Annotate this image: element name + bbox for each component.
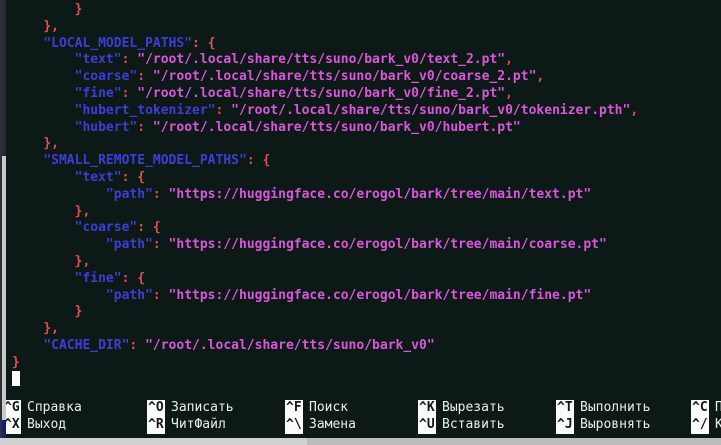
code-line[interactable]: "path": "https://huggingface.co/erogol/b… <box>12 237 721 254</box>
shortcut-item: ^T <box>556 400 574 417</box>
shortcut-item: ^U <box>418 417 436 434</box>
text-cursor <box>12 371 20 386</box>
shortcut-label: Поиск <box>309 400 348 417</box>
shortcut-key: ^O <box>147 400 165 417</box>
code-line[interactable]: "CACHE_DIR": "/root/.local/share/tts/sun… <box>12 338 721 355</box>
shortcut-item: ^F <box>285 400 303 417</box>
shortcut-label: Записать <box>171 400 234 417</box>
code-line[interactable]: } <box>12 2 721 19</box>
shortcut-label: Вставить <box>442 417 505 434</box>
shortcut-key: ^R <box>147 417 165 434</box>
code-line[interactable]: }, <box>12 254 721 271</box>
shortcut-label: К <box>715 417 721 434</box>
shortcut-key: ^/ <box>691 417 709 434</box>
code-line[interactable]: "path": "https://huggingface.co/erogol/b… <box>12 187 721 204</box>
scrollbar-bottom-segment <box>2 420 6 438</box>
terminal-window: } }, "LOCAL_MODEL_PATHS": { "text": "/ro… <box>0 0 721 445</box>
shortcut-label: Вырезать <box>442 400 505 417</box>
shortcut-key: ^C <box>691 400 709 417</box>
cursor-line[interactable] <box>12 372 721 389</box>
code-line[interactable]: "path": "https://huggingface.co/erogol/b… <box>12 288 721 305</box>
shortcut-item: ^J <box>556 417 574 434</box>
code-line[interactable]: }, <box>12 204 721 221</box>
shortcut-item: ^C <box>691 400 709 417</box>
code-line[interactable]: "hubert_tokenizer": "/root/.local/share/… <box>12 103 721 120</box>
shortcut-key: ^K <box>418 400 436 417</box>
code-line[interactable]: } <box>12 304 721 321</box>
shortcut-label: Замена <box>309 417 356 434</box>
code-line[interactable]: "coarse": { <box>12 220 721 237</box>
scrollbar-thumb[interactable] <box>2 156 6 420</box>
nano-shortcut-bar: ^GСправка^OЗаписать^FПоиск^KВырезать^TВы… <box>0 400 721 437</box>
shortcut-item: ^K <box>418 400 436 417</box>
shortcut-item: ^\ <box>285 417 303 434</box>
code-line[interactable]: "LOCAL_MODEL_PATHS": { <box>12 36 721 53</box>
code-line[interactable]: "text": "/root/.local/share/tts/suno/bar… <box>12 52 721 69</box>
shortcut-label: Справка <box>27 400 82 417</box>
code-line[interactable]: }, <box>12 321 721 338</box>
shortcut-key: ^J <box>556 417 574 434</box>
code-line[interactable]: "text": { <box>12 170 721 187</box>
code-line[interactable]: } <box>12 355 721 372</box>
code-line[interactable]: "coarse": "/root/.local/share/tts/suno/b… <box>12 69 721 86</box>
shortcut-label: П <box>715 400 721 417</box>
editor-lines: } }, "LOCAL_MODEL_PATHS": { "text": "/ro… <box>12 2 721 372</box>
shortcut-key: ^\ <box>285 417 303 434</box>
shortcut-label: Выровнять <box>580 417 650 434</box>
shortcut-row-2: ^XВыход^RЧитФайл^\Замена^UВставить^JВыро… <box>0 417 721 434</box>
shortcut-key: ^U <box>418 417 436 434</box>
shortcut-item: ^/ <box>691 417 709 434</box>
code-line[interactable]: }, <box>12 19 721 36</box>
code-line[interactable]: "hubert": "/root/.local/share/tts/suno/b… <box>12 120 721 137</box>
window-bottom-strip-right <box>307 438 721 445</box>
shortcut-label: Выполнить <box>580 400 650 417</box>
shortcut-key: ^T <box>556 400 574 417</box>
shortcut-row-1: ^GСправка^OЗаписать^FПоиск^KВырезать^TВы… <box>0 400 721 417</box>
code-line[interactable]: "fine": "/root/.local/share/tts/suno/bar… <box>12 86 721 103</box>
shortcut-item: ^O <box>147 400 165 417</box>
code-line[interactable]: "fine": { <box>12 271 721 288</box>
shortcut-item: ^R <box>147 417 165 434</box>
window-bottom-strip-left <box>0 438 307 445</box>
shortcut-label: Выход <box>27 417 66 434</box>
shortcut-key: ^F <box>285 400 303 417</box>
nano-editor-area[interactable]: } }, "LOCAL_MODEL_PATHS": { "text": "/ro… <box>12 2 721 388</box>
scrollbar-trough[interactable] <box>2 0 6 156</box>
code-line[interactable]: "SMALL_REMOTE_MODEL_PATHS": { <box>12 153 721 170</box>
code-line[interactable]: }, <box>12 136 721 153</box>
shortcut-label: ЧитФайл <box>171 417 226 434</box>
